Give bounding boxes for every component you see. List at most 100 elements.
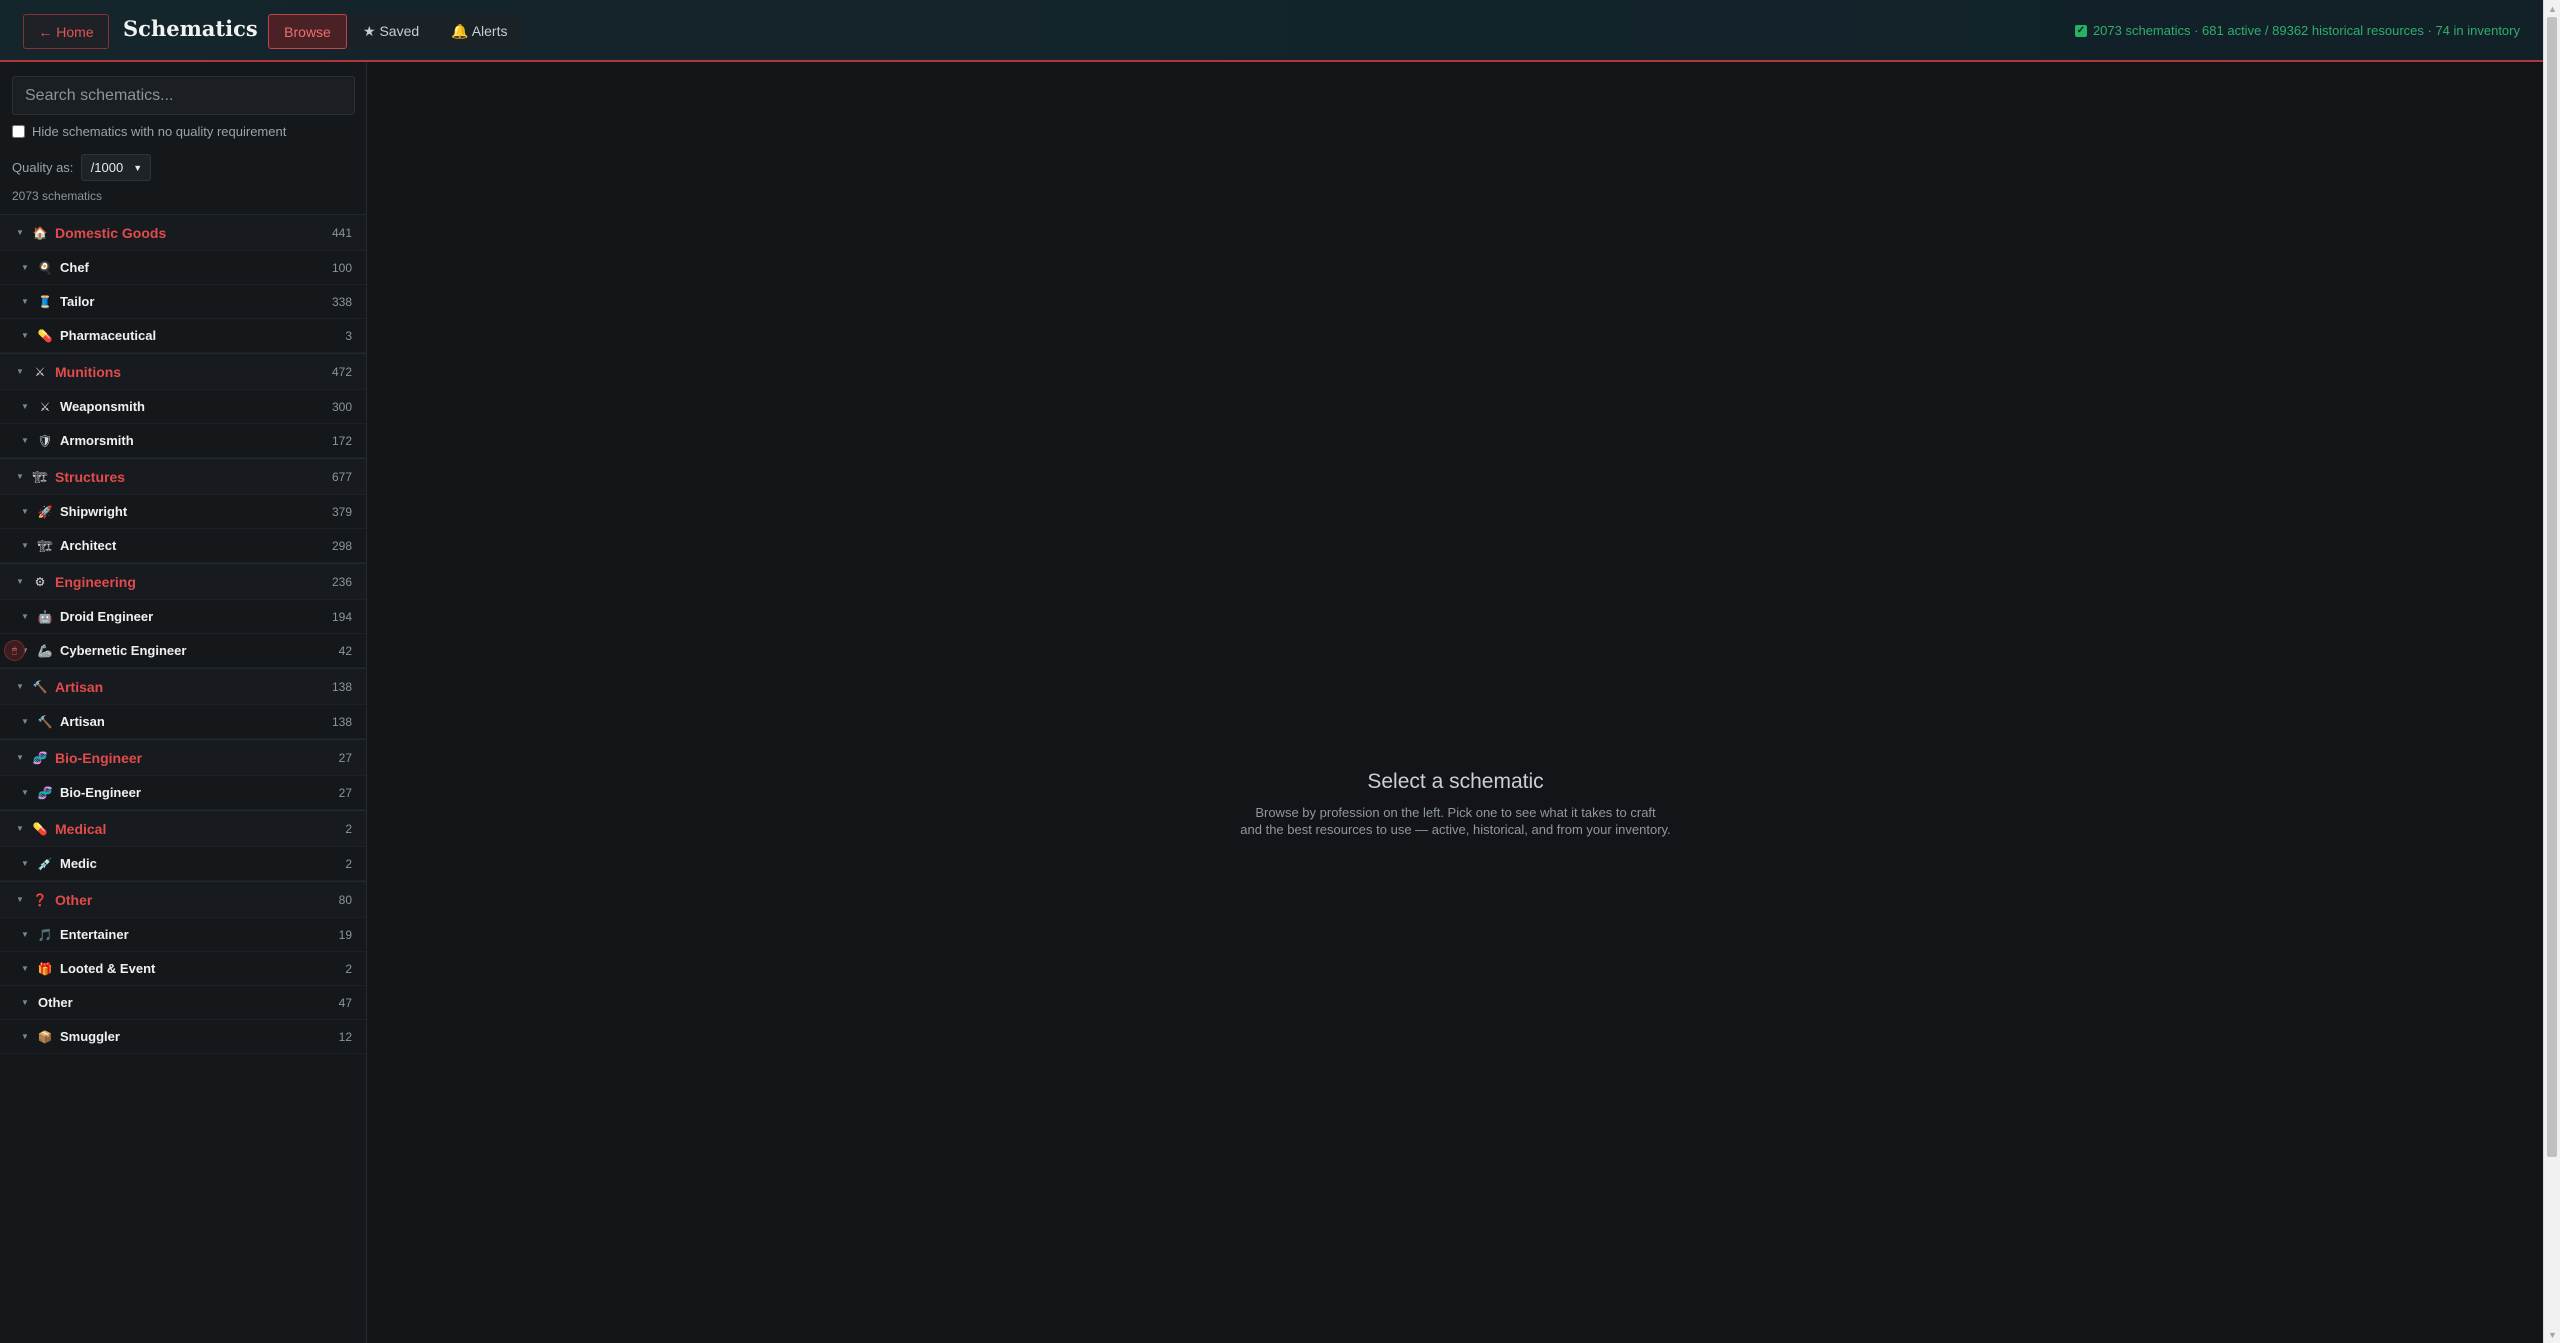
profession-row[interactable]: ▼ 🔨 Artisan 138 bbox=[0, 705, 366, 739]
count-badge: 80 bbox=[338, 892, 352, 907]
profession-row[interactable]: ▼ 🎵 Entertainer 19 bbox=[0, 918, 366, 952]
quality-label: Quality as: bbox=[12, 160, 74, 175]
tab-alerts[interactable]: 🔔 Alerts bbox=[435, 14, 523, 49]
quality-row: Quality as: /1000 ▼ bbox=[12, 154, 152, 181]
category-label: Structures bbox=[55, 468, 126, 485]
chevron-down-icon[interactable]: ▼ bbox=[15, 367, 25, 376]
hide-no-quality-checkbox[interactable] bbox=[12, 125, 25, 138]
syringe-icon: 💉 bbox=[37, 856, 53, 871]
category-row[interactable]: ▼ 🏠 Domestic Goods 441 bbox=[0, 214, 366, 251]
category-row[interactable]: ▼ 🧬 Bio-Engineer 27 bbox=[0, 739, 366, 776]
chevron-down-icon[interactable]: ▼ bbox=[15, 577, 25, 586]
view-tabs: Browse ★ Saved 🔔 Alerts bbox=[268, 14, 524, 49]
chevron-down-icon[interactable]: ▼ bbox=[20, 507, 30, 516]
chevron-down-icon[interactable]: ▼ bbox=[15, 472, 25, 481]
top-bar: ← Home Schematics Browse ★ Saved 🔔 Alert… bbox=[0, 0, 2543, 62]
profession-row[interactable]: ▼ 🎁 Looted & Event 2 bbox=[0, 952, 366, 986]
chevron-down-icon[interactable]: ▼ bbox=[20, 541, 30, 550]
count-badge: 172 bbox=[331, 433, 352, 448]
chevron-down-icon[interactable]: ▼ bbox=[20, 612, 30, 621]
profession-row[interactable]: ▼ 💊 Pharmaceutical 3 bbox=[0, 319, 366, 353]
chevron-down-icon[interactable]: ▼ bbox=[15, 682, 25, 691]
chevron-down-icon[interactable]: ▼ bbox=[20, 263, 30, 272]
scroll-thumb[interactable] bbox=[2547, 17, 2557, 1157]
scroll-up-icon[interactable]: ▲ bbox=[2544, 0, 2560, 17]
profession-row[interactable]: ▼ 📦 Smuggler 12 bbox=[0, 1020, 366, 1054]
profession-row[interactable]: ▼ Other 47 bbox=[0, 986, 366, 1020]
scroll-down-icon[interactable]: ▼ bbox=[2544, 1326, 2560, 1343]
chevron-down-icon[interactable]: ▼ bbox=[20, 402, 30, 411]
chevron-down-icon[interactable]: ▼ bbox=[15, 824, 25, 833]
profession-row[interactable]: ▼ 🏗 Architect 298 bbox=[0, 529, 366, 563]
count-badge: 236 bbox=[331, 574, 352, 589]
profession-row[interactable]: ▼ 🛡 Armorsmith 172 bbox=[0, 424, 366, 458]
chevron-down-icon[interactable]: ▼ bbox=[20, 788, 30, 797]
empty-state-description: Browse by profession on the left. Pick o… bbox=[368, 804, 2543, 838]
chevron-down-icon[interactable]: ▼ bbox=[20, 1032, 30, 1041]
chevron-down-icon[interactable]: ▼ bbox=[20, 717, 30, 726]
category-row[interactable]: ▼ ⚔ Munitions 472 bbox=[0, 353, 366, 390]
category-label: Bio-Engineer bbox=[55, 749, 143, 766]
chevron-down-icon[interactable]: ▼ bbox=[15, 228, 25, 237]
crossed-swords-icon: ⚔ bbox=[34, 364, 46, 379]
count-badge: 42 bbox=[338, 643, 352, 658]
profession-row[interactable]: ▼ 🚀 Shipwright 379 bbox=[0, 495, 366, 529]
count-badge: 3 bbox=[345, 328, 352, 343]
home-button[interactable]: ← Home bbox=[23, 14, 109, 49]
profession-label: Smuggler bbox=[60, 1029, 120, 1044]
profession-label: Chef bbox=[60, 260, 89, 275]
mouse-icon[interactable]: 🖱 bbox=[4, 640, 25, 661]
chevron-down-icon: ▼ bbox=[133, 162, 143, 173]
chevron-down-icon[interactable]: ▼ bbox=[20, 859, 30, 868]
profession-row[interactable]: ▼ 🍳 Chef 100 bbox=[0, 251, 366, 285]
category-row[interactable]: ▼ 🏗 Structures 677 bbox=[0, 458, 366, 495]
profession-label: Weaponsmith bbox=[60, 399, 145, 414]
profession-row[interactable]: ▼🦾Cybernetic Engineer42🖱 bbox=[0, 634, 366, 668]
chevron-down-icon[interactable]: ▼ bbox=[15, 895, 25, 904]
profession-row[interactable]: ▼ 🤖 Droid Engineer 194 bbox=[0, 600, 366, 634]
hide-no-quality-toggle[interactable]: Hide schematics with no quality requirem… bbox=[12, 124, 286, 139]
chef-icon: 🍳 bbox=[37, 260, 53, 275]
category-row[interactable]: ▼ ❓ Other 80 bbox=[0, 881, 366, 918]
count-badge: 2 bbox=[345, 856, 352, 871]
category-label: Domestic Goods bbox=[55, 224, 167, 241]
count-badge: 12 bbox=[338, 1029, 352, 1044]
profession-label: Looted & Event bbox=[60, 961, 156, 976]
category-row[interactable]: ▼ 💊 Medical 2 bbox=[0, 810, 366, 847]
category-row[interactable]: ▼ 🔨 Artisan 138 bbox=[0, 668, 366, 705]
count-badge: 138 bbox=[331, 714, 352, 729]
profession-label: Medic bbox=[60, 856, 97, 871]
sidebar: Hide schematics with no quality requirem… bbox=[0, 62, 367, 1343]
count-badge: 19 bbox=[338, 927, 352, 942]
quality-select[interactable]: /1000 ▼ bbox=[81, 154, 152, 181]
construction-icon: 🏗 bbox=[37, 538, 53, 553]
category-label: Artisan bbox=[55, 678, 104, 695]
chevron-down-icon[interactable]: ▼ bbox=[20, 297, 30, 306]
profession-label: Entertainer bbox=[60, 927, 129, 942]
scrollbar[interactable]: ▲ ▼ bbox=[2543, 0, 2560, 1343]
count-badge: 27 bbox=[338, 785, 352, 800]
category-row[interactable]: ▼ ⚙ Engineering 236 bbox=[0, 563, 366, 600]
profession-row[interactable]: ▼ 🧬 Bio-Engineer 27 bbox=[0, 776, 366, 810]
profession-row[interactable]: ▼ 💉 Medic 2 bbox=[0, 847, 366, 881]
shield-icon: 🛡 bbox=[37, 433, 53, 448]
profession-label: Cybernetic Engineer bbox=[60, 643, 187, 658]
count-badge: 27 bbox=[338, 750, 352, 765]
chevron-down-icon[interactable]: ▼ bbox=[20, 964, 30, 973]
chevron-down-icon[interactable]: ▼ bbox=[20, 930, 30, 939]
count-badge: 194 bbox=[331, 609, 352, 624]
profession-tree: ▼ 🏠 Domestic Goods 441 ▼ 🍳 Chef 100 ▼ 🧵 Tailor 338 ▼… bbox=[0, 214, 366, 1054]
profession-row[interactable]: ▼ 🧵 Tailor 338 bbox=[0, 285, 366, 319]
profession-row[interactable]: ▼ ⚔ Weaponsmith 300 bbox=[0, 390, 366, 424]
category-label: Other bbox=[55, 891, 93, 908]
chevron-down-icon[interactable]: ▼ bbox=[20, 998, 30, 1007]
schematic-count: 2073 schematics bbox=[12, 189, 103, 203]
tab-saved[interactable]: ★ Saved bbox=[347, 14, 435, 49]
chevron-down-icon[interactable]: ▼ bbox=[20, 331, 30, 340]
search-input[interactable] bbox=[12, 76, 355, 115]
tab-browse[interactable]: Browse bbox=[268, 14, 347, 49]
chevron-down-icon[interactable]: ▼ bbox=[20, 436, 30, 445]
count-badge: 2 bbox=[345, 961, 352, 976]
count-badge: 379 bbox=[331, 504, 352, 519]
chevron-down-icon[interactable]: ▼ bbox=[15, 753, 25, 762]
